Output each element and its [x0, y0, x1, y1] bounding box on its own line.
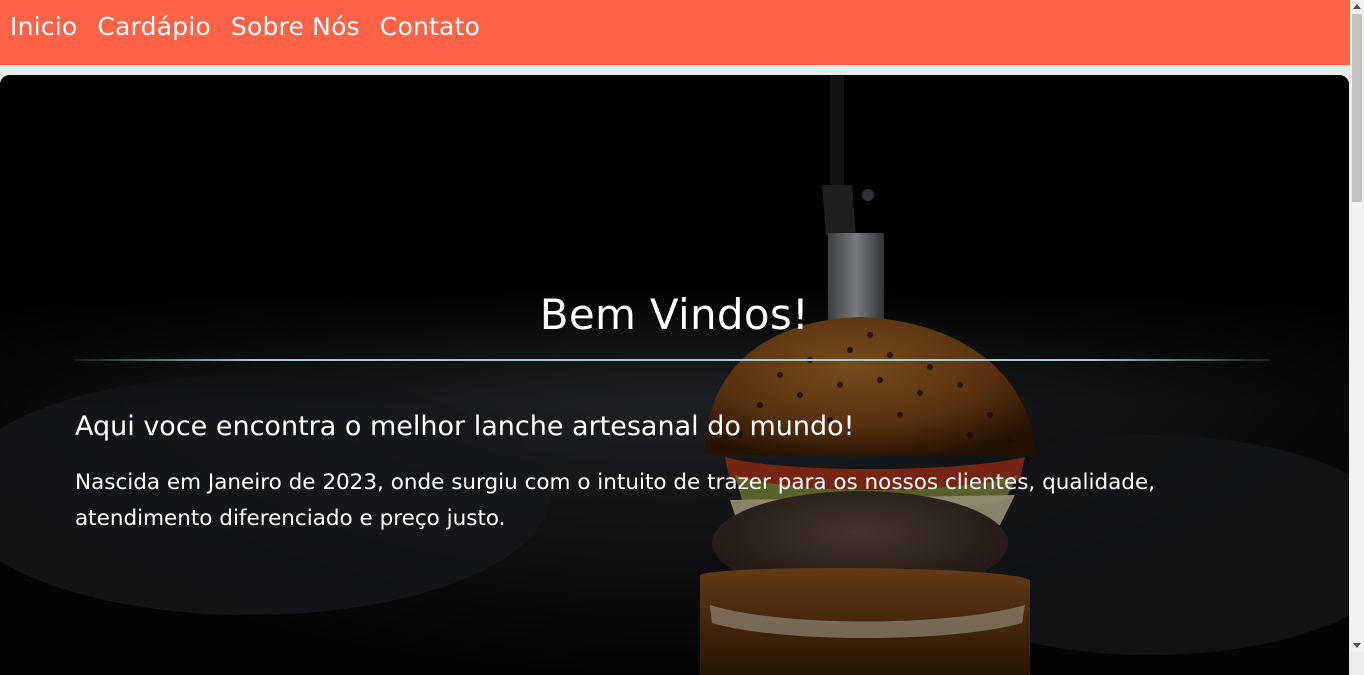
hero-divider [75, 359, 1270, 361]
nav-menu: Inicio Cardápio Sobre Nós Contato [0, 0, 1350, 52]
hero-subtitle: Aqui voce encontra o melhor lanche artes… [75, 411, 855, 442]
top-navbar: Inicio Cardápio Sobre Nós Contato [0, 0, 1350, 65]
nav-link-contato[interactable]: Contato [380, 12, 480, 41]
scroll-up-arrow-icon[interactable] [1353, 4, 1361, 9]
scroll-down-arrow-icon[interactable] [1353, 643, 1361, 648]
nav-link-inicio[interactable]: Inicio [10, 12, 77, 41]
hero-description: Nascida em Janeiro de 2023, onde surgiu … [75, 470, 1156, 531]
nav-link-sobre-nos[interactable]: Sobre Nós [231, 12, 360, 41]
hero-banner: Bem Vindos! Aqui voce encontra o melhor … [0, 75, 1349, 675]
page-scrollbar[interactable] [1350, 0, 1364, 652]
hero-content: Bem Vindos! Aqui voce encontra o melhor … [0, 75, 1349, 675]
scrollbar-thumb[interactable] [1352, 14, 1362, 202]
hero-title: Bem Vindos! [539, 290, 810, 339]
nav-link-cardapio[interactable]: Cardápio [97, 12, 211, 41]
